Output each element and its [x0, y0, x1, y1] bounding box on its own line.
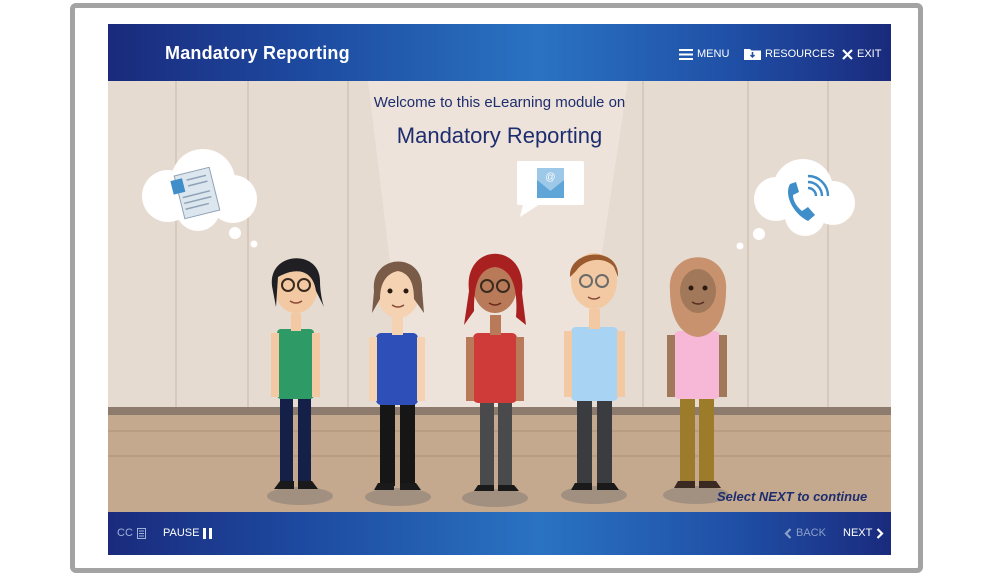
exit-button[interactable]: EXIT — [842, 48, 881, 60]
module-title: Mandatory Reporting — [396, 123, 603, 148]
svg-text:@: @ — [545, 172, 555, 183]
top-bar: Mandatory Reporting MENU RESOURCES EXIT — [108, 24, 891, 81]
continue-hint: Select NEXT to continue — [717, 489, 868, 504]
cc-label: CC — [117, 527, 133, 539]
bottom-bar: CC PAUSE BACK NEXT — [108, 512, 891, 555]
resources-label: RESOURCES — [765, 48, 835, 60]
pause-icon — [203, 527, 213, 539]
close-icon — [842, 48, 853, 60]
elearning-player: Mandatory Reporting MENU RESOURCES EXIT — [108, 24, 891, 555]
pause-button[interactable]: PAUSE — [163, 527, 213, 539]
transcript-icon — [136, 527, 146, 539]
course-title: Mandatory Reporting — [165, 43, 350, 63]
chevron-right-icon — [877, 527, 884, 539]
next-label: NEXT — [843, 527, 873, 539]
menu-button[interactable]: MENU — [679, 48, 729, 60]
next-button[interactable]: NEXT — [843, 527, 884, 539]
pause-label: PAUSE — [163, 527, 200, 539]
exit-label: EXIT — [857, 48, 882, 60]
folder-download-icon — [744, 49, 761, 60]
email-icon: @ — [537, 168, 564, 198]
back-button[interactable]: BACK — [784, 527, 826, 539]
hamburger-icon — [679, 48, 693, 60]
welcome-text: Welcome to this eLearning module on — [373, 94, 626, 111]
chevron-left-icon — [784, 527, 792, 539]
menu-label: MENU — [697, 48, 730, 60]
back-label: BACK — [796, 527, 826, 539]
resources-button[interactable]: RESOURCES — [744, 48, 835, 60]
cc-button[interactable]: CC — [117, 527, 146, 539]
